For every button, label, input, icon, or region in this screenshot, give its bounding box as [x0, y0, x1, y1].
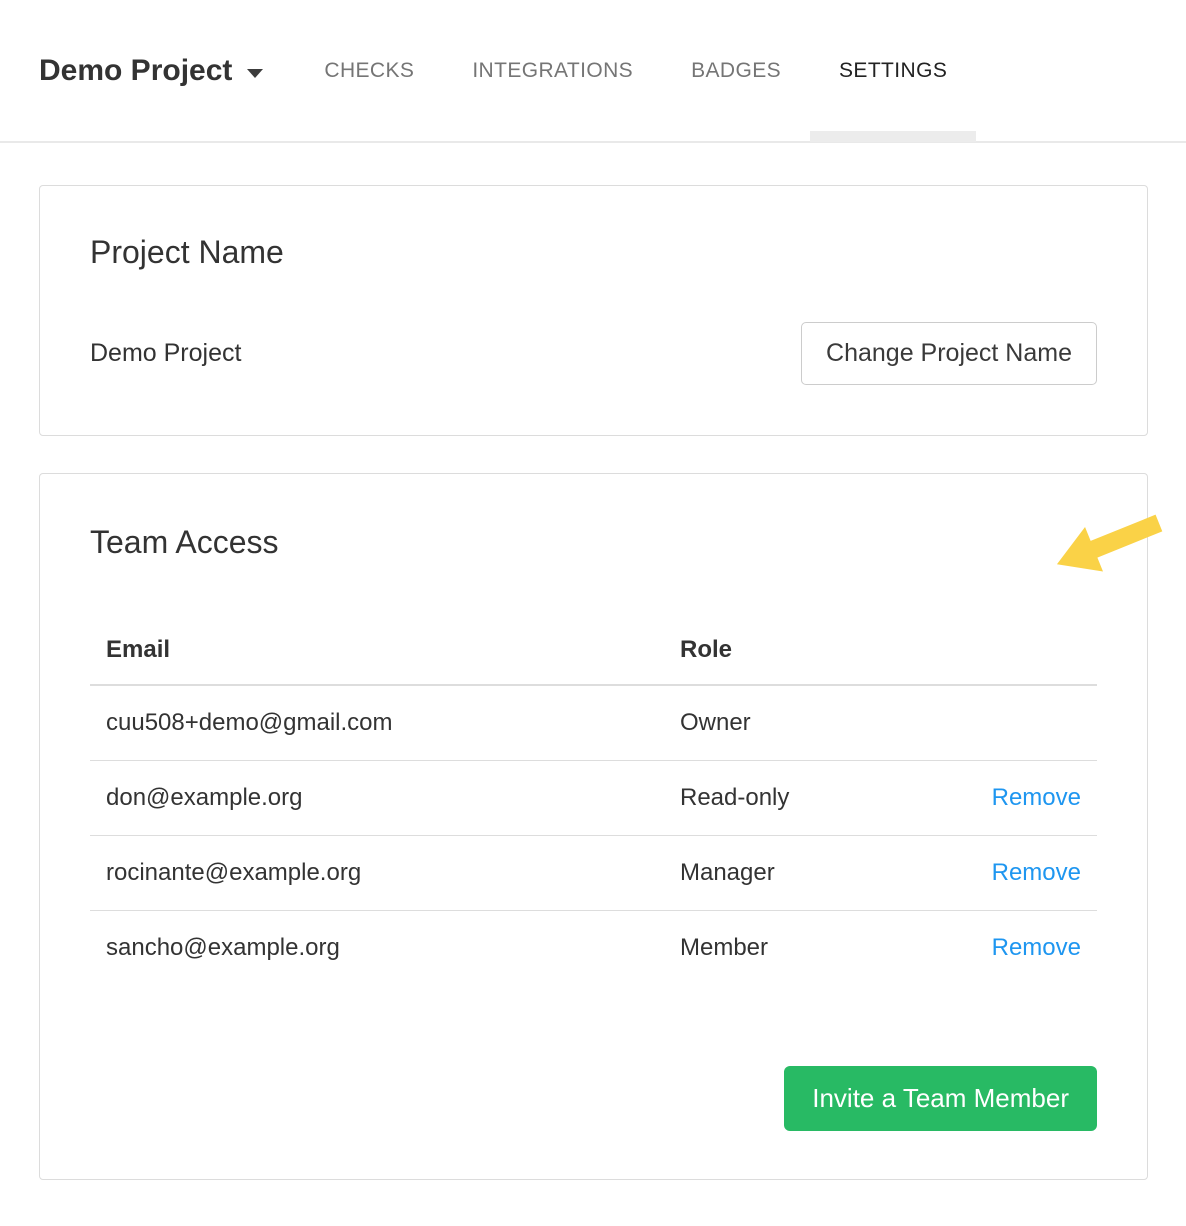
chevron-down-icon	[247, 69, 263, 78]
member-action-cell: Remove	[966, 836, 1097, 911]
tab-label: INTEGRATIONS	[472, 59, 633, 83]
tab-badges[interactable]: BADGES	[662, 0, 810, 142]
action-column-header	[966, 616, 1097, 685]
project-nav: CHECKS INTEGRATIONS BADGES SETTINGS	[295, 0, 976, 142]
member-action-cell: Remove	[966, 911, 1097, 986]
team-member-row: don@example.org Read-only Remove	[90, 761, 1097, 836]
team-member-row: cuu508+demo@gmail.com Owner	[90, 685, 1097, 761]
table-header-row: Email Role	[90, 616, 1097, 685]
member-email: rocinante@example.org	[90, 836, 664, 911]
tab-label: CHECKS	[324, 59, 414, 83]
project-title: Demo Project	[39, 54, 232, 88]
tab-integrations[interactable]: INTEGRATIONS	[443, 0, 662, 142]
project-name-card-title: Project Name	[90, 228, 1097, 276]
member-action-cell: Remove	[966, 761, 1097, 836]
email-column-header: Email	[90, 616, 664, 685]
member-role: Read-only	[664, 761, 966, 836]
member-role: Manager	[664, 836, 966, 911]
tab-label: SETTINGS	[839, 59, 947, 83]
project-name-row: Demo Project Change Project Name	[90, 322, 1097, 385]
team-access-card-title: Team Access	[90, 518, 1097, 566]
role-column-header: Role	[664, 616, 966, 685]
team-access-card: Team Access Email Role cuu508+demo@gmail…	[39, 473, 1148, 1180]
change-project-name-button[interactable]: Change Project Name	[801, 322, 1097, 385]
active-tab-indicator	[810, 131, 976, 142]
remove-member-link[interactable]: Remove	[992, 934, 1081, 961]
member-email: cuu508+demo@gmail.com	[90, 685, 664, 761]
member-email: don@example.org	[90, 761, 664, 836]
invite-team-member-button[interactable]: Invite a Team Member	[784, 1066, 1097, 1131]
project-header: Demo Project CHECKS INTEGRATIONS BADGES …	[0, 0, 1186, 143]
member-role: Owner	[664, 685, 966, 761]
remove-member-link[interactable]: Remove	[992, 859, 1081, 886]
team-member-row: rocinante@example.org Manager Remove	[90, 836, 1097, 911]
settings-page: Project Name Demo Project Change Project…	[0, 185, 1186, 1180]
member-action-cell	[966, 685, 1097, 761]
team-member-row: sancho@example.org Member Remove	[90, 911, 1097, 986]
project-name-card: Project Name Demo Project Change Project…	[39, 185, 1148, 436]
invite-row: Invite a Team Member	[90, 1066, 1097, 1131]
current-project-name: Demo Project	[90, 339, 241, 368]
team-members-table: Email Role cuu508+demo@gmail.com Owner d…	[90, 616, 1097, 985]
tab-label: BADGES	[691, 59, 781, 83]
member-role: Member	[664, 911, 966, 986]
tab-checks[interactable]: CHECKS	[295, 0, 443, 142]
project-switcher[interactable]: Demo Project	[39, 54, 263, 88]
remove-member-link[interactable]: Remove	[992, 784, 1081, 811]
tab-settings[interactable]: SETTINGS	[810, 0, 976, 142]
member-email: sancho@example.org	[90, 911, 664, 986]
